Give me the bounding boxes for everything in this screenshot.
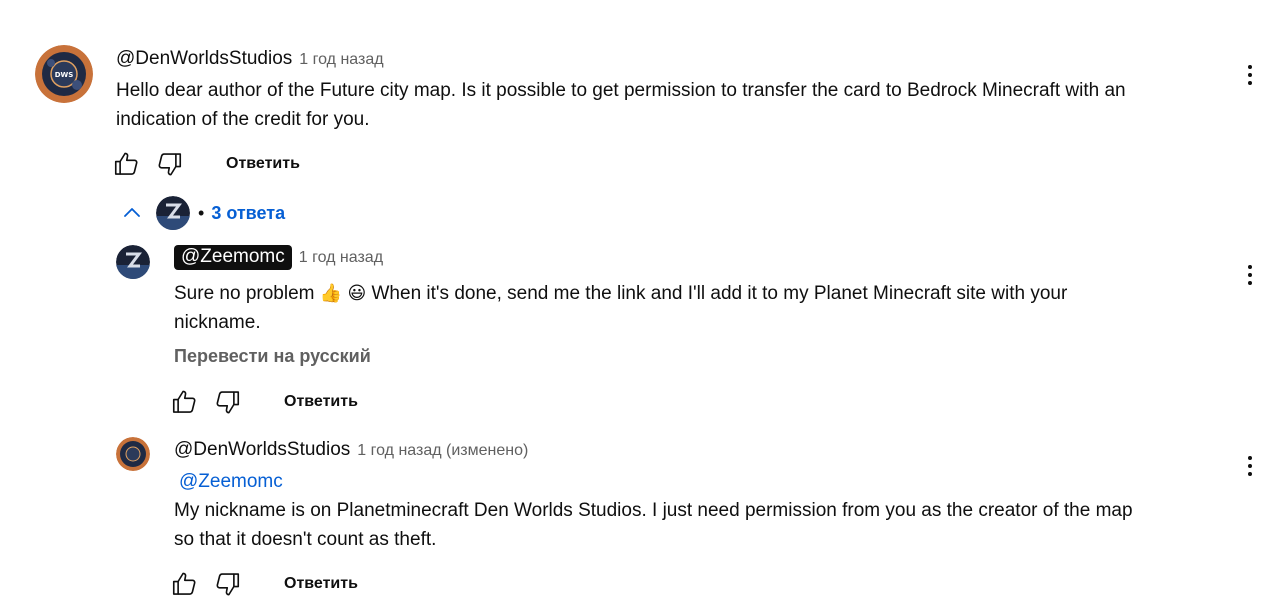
reply-text-line: My nickname is on Planetminecraft Den Wo… (174, 500, 1133, 521)
comment-author[interactable]: @DenWorldsStudios (116, 48, 292, 70)
reply-text: Sure no problem 👍 😃 When it's done, send… (174, 279, 1194, 337)
dislike-button[interactable] (210, 567, 244, 601)
like-button[interactable] (168, 385, 202, 419)
comment-timestamp[interactable]: 1 год назад (299, 51, 383, 69)
like-button[interactable] (168, 567, 202, 601)
thumb-down-icon (216, 391, 240, 414)
reply-text-line: so that it doesn't count as theft. (174, 529, 437, 550)
thumb-up-icon (114, 152, 138, 175)
replies-count-label: 3 ответа (211, 202, 286, 223)
reply-author[interactable]: @DenWorldsStudios (174, 439, 350, 461)
reply-timestamp[interactable]: 1 год назад (299, 249, 383, 267)
reply-avatar[interactable] (116, 245, 150, 279)
reply-timestamp[interactable]: 1 год назад (изменено) (357, 442, 528, 460)
smiley-emoji: 😃 (347, 283, 367, 303)
reply-text-segment: When it's done, send me the link and I'l… (371, 283, 1068, 304)
avatar-logo-text: DWS (55, 71, 74, 79)
comment-actions: Ответить (110, 147, 300, 181)
thumb-up-icon (172, 572, 196, 595)
replies-avatar (156, 196, 190, 230)
dislike-button[interactable] (152, 147, 186, 181)
reply-button[interactable]: Ответить (226, 155, 300, 173)
dislike-button[interactable] (210, 385, 244, 419)
reply-actions: Ответить (168, 385, 358, 419)
reply-author-chip[interactable]: @Zeemomc (174, 245, 292, 270)
comment-menu-button[interactable] (1240, 60, 1260, 90)
thumb-up-icon (172, 390, 196, 413)
comment-text-line: Hello dear author of the Future city map… (116, 80, 1126, 101)
reply-menu-button[interactable] (1240, 451, 1260, 481)
thumb-down-icon (216, 573, 240, 596)
reply-actions: Ответить (168, 567, 358, 601)
mention-link[interactable]: @Zeemomc (179, 471, 283, 492)
replies-bullet: • (198, 202, 205, 223)
like-button[interactable] (110, 147, 144, 181)
comment-avatar[interactable]: DWS (35, 45, 93, 103)
reply-button[interactable]: Ответить (284, 575, 358, 593)
reply-button[interactable]: Ответить (284, 393, 358, 411)
comment-text: Hello dear author of the Future city map… (116, 76, 1226, 134)
thumb-down-icon (158, 153, 182, 176)
thumbs-up-emoji: 👍 (319, 283, 343, 303)
reply-menu-button[interactable] (1240, 260, 1260, 290)
reply-text-line: nickname. (174, 312, 261, 333)
more-vert-icon (1248, 65, 1252, 69)
translate-button[interactable]: Перевести на русский (174, 346, 371, 367)
replies-toggle[interactable]: • 3 ответа (120, 196, 285, 230)
reply-text-segment: Sure no problem (174, 283, 315, 304)
more-vert-icon (1248, 265, 1252, 269)
more-vert-icon (1248, 456, 1252, 460)
chevron-up-icon (124, 208, 140, 217)
comment-text-line: indication of the credit for you. (116, 109, 370, 130)
reply-text: @Zeemomc My nickname is on Planetminecra… (174, 467, 1214, 554)
reply-avatar[interactable] (116, 437, 150, 471)
